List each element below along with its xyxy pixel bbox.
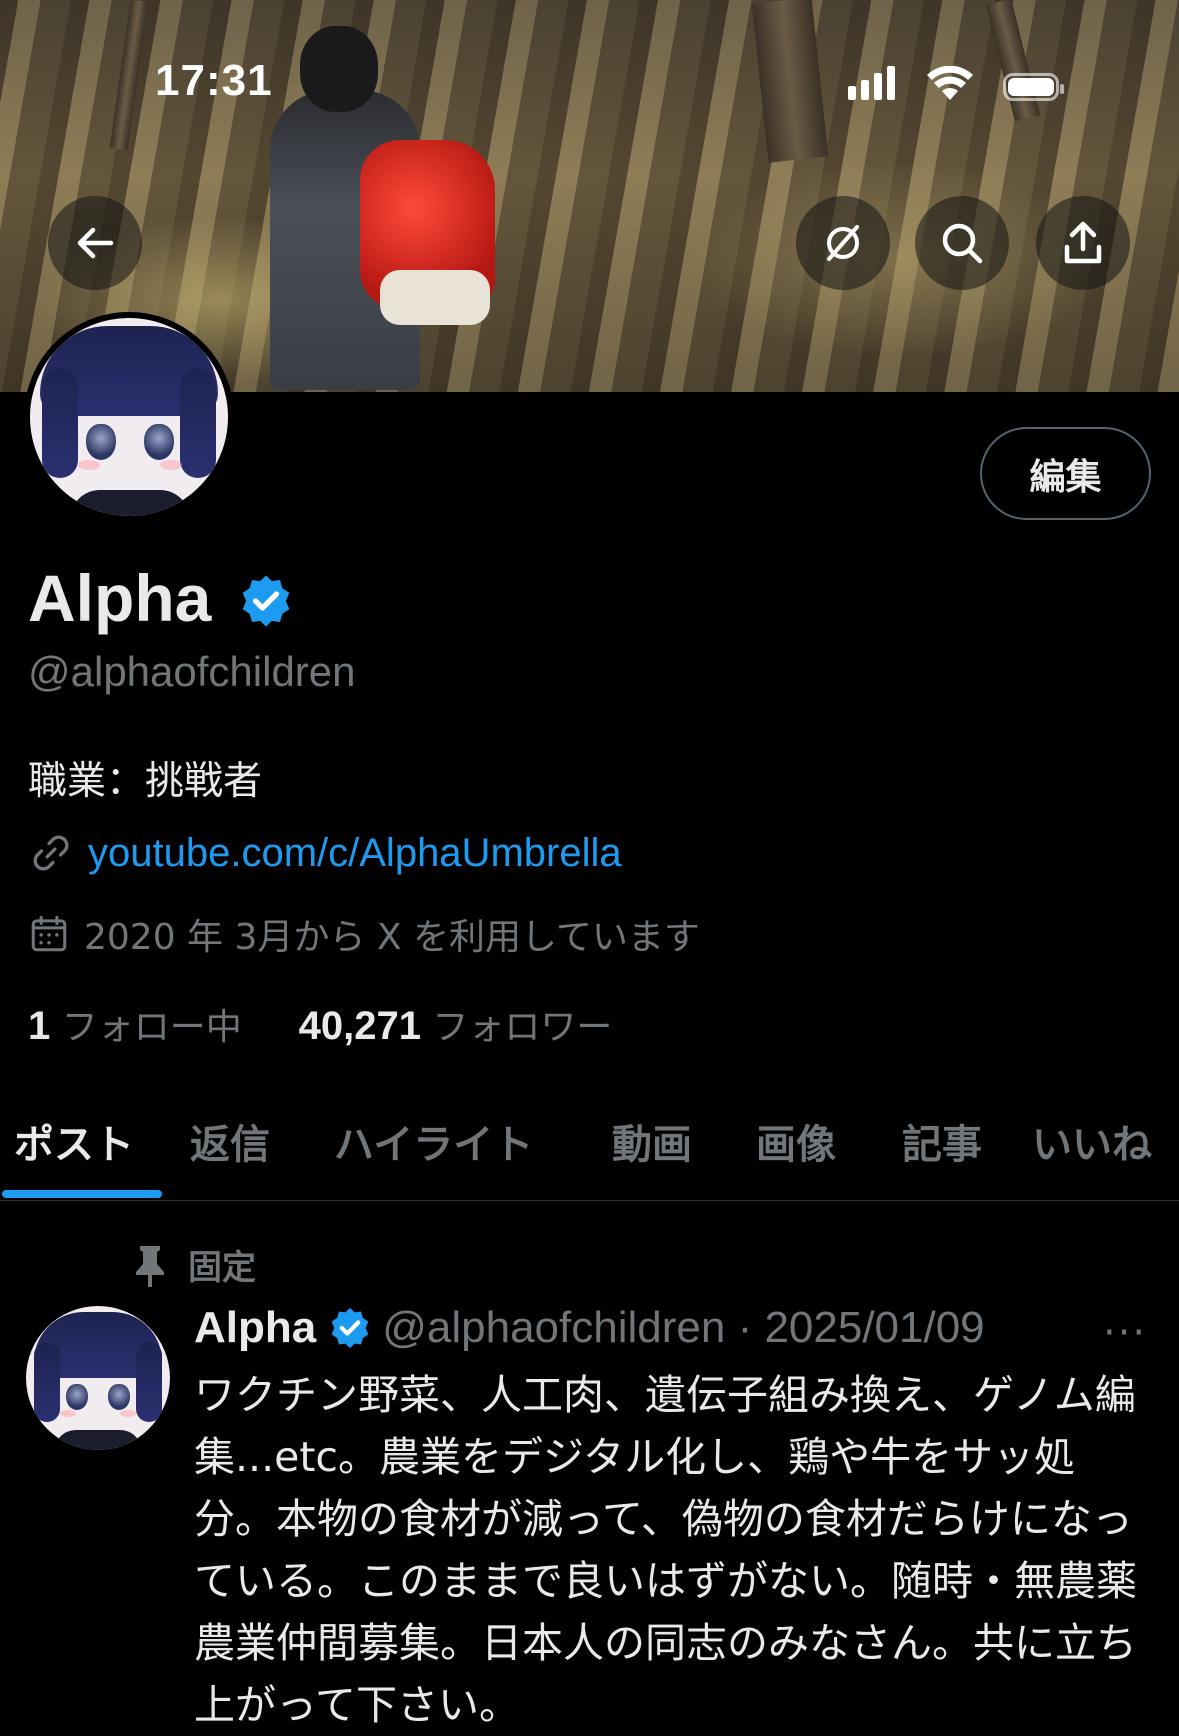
person-head — [300, 26, 378, 112]
tab-replies[interactable]: 返信 — [190, 1112, 270, 1170]
pinned-label: 固定 — [188, 1248, 256, 1288]
profile-tabs: ポスト 返信 ハイライト 動画 画像 記事 いいね — [0, 1100, 1179, 1201]
search-icon — [942, 223, 983, 264]
post-header: Alpha @alphaofchildren · 2025/01/09 — [194, 1303, 1154, 1353]
pin-icon — [136, 1245, 164, 1287]
grok-button[interactable] — [796, 196, 890, 290]
tab-photos[interactable]: 画像 — [756, 1112, 836, 1170]
following-label: フォロー中 — [61, 1007, 242, 1048]
pinned-indicator: 固定 — [130, 1240, 256, 1289]
profile-link[interactable]: youtube.com/c/AlphaUmbrella — [28, 830, 622, 876]
share-button[interactable] — [1036, 196, 1130, 290]
calendar-icon — [31, 915, 67, 952]
display-name: Alpha — [28, 561, 212, 635]
circle-slash-icon — [827, 225, 859, 261]
joined-date: 2020 年 3月から X を利用しています — [28, 908, 700, 960]
tree-trunk — [109, 0, 149, 151]
profile-handle: @alphaofchildren — [28, 648, 356, 695]
profile-bio: 職業：挑戦者 — [28, 759, 263, 804]
tab-posts[interactable]: ポスト — [14, 1112, 134, 1170]
following-count: 1 — [28, 1004, 51, 1048]
more-options-button[interactable]: ··· — [1103, 1310, 1147, 1356]
tree-trunk — [751, 0, 829, 163]
edit-profile-button[interactable]: 編集 — [980, 427, 1151, 520]
tab-articles[interactable]: 記事 — [902, 1112, 982, 1170]
wifi-icon — [927, 66, 973, 100]
battery-icon — [1003, 73, 1064, 101]
search-button[interactable] — [915, 196, 1009, 290]
following-link[interactable]: 1 フォロー中 — [28, 1004, 242, 1048]
back-arrow-icon — [77, 227, 114, 259]
share-icon — [1064, 221, 1102, 264]
followers-label: フォロワー — [432, 1007, 613, 1048]
profile-link-text[interactable]: youtube.com/c/AlphaUmbrella — [88, 831, 622, 876]
tree-trunk — [985, 0, 1041, 122]
follow-stats: 1 フォロー中 40,271 フォロワー — [28, 998, 612, 1050]
followers-count: 40,271 — [298, 1004, 421, 1048]
cellular-signal-icon — [848, 66, 900, 100]
post-author-name[interactable]: Alpha — [194, 1303, 316, 1353]
post-text: ワクチン野菜、人工肉、遺伝子組み換え、ゲノム編集...etc。農業をデジタル化し… — [194, 1371, 1137, 1729]
active-tab-indicator — [2, 1190, 162, 1198]
profile-avatar[interactable] — [24, 312, 234, 522]
tab-likes[interactable]: いいね — [1032, 1112, 1152, 1170]
post-avatar[interactable] — [26, 1306, 170, 1450]
followers-link[interactable]: 40,271 フォロワー — [298, 1004, 613, 1048]
verified-badge-icon — [331, 1307, 369, 1349]
tab-videos[interactable]: 動画 — [612, 1112, 692, 1170]
status-time: 17:31 — [155, 56, 273, 105]
link-icon — [33, 835, 69, 871]
back-button[interactable] — [48, 196, 142, 290]
post-handle-date: @alphaofchildren · 2025/01/09 — [382, 1303, 985, 1352]
joined-text: 2020 年 3月から X を利用しています — [84, 917, 700, 958]
tab-highlights[interactable]: ハイライト — [334, 1112, 533, 1170]
leaf-blower-tank — [380, 270, 490, 325]
verified-badge-icon — [242, 575, 290, 627]
